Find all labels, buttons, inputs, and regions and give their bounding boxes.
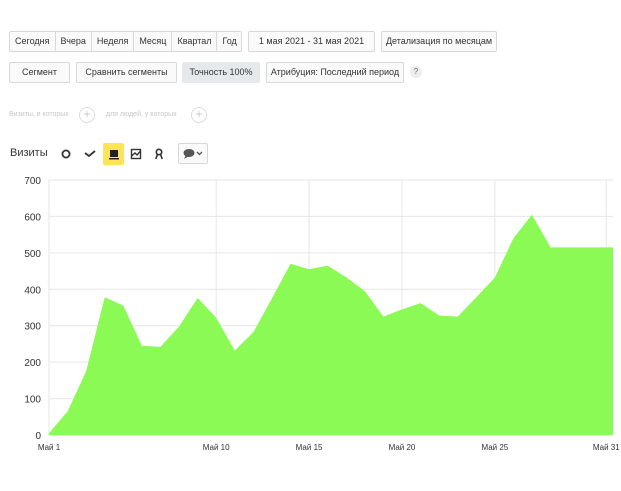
period-selector: Сегодня Вчера Неделя Месяц Квартал Год [9, 31, 242, 52]
x-tick-label: Май 25 [481, 443, 508, 452]
visits-chart: 0 100 200 300 400 500 600 700 Май 1 Май 10 Май 15… [24, 176, 620, 452]
x-tick-label: Май 20 [389, 443, 416, 452]
y-tick-label: 500 [24, 249, 41, 260]
add-people-filter-icon[interactable]: + [191, 107, 207, 123]
y-tick-label: 400 [24, 285, 41, 296]
attribution-button[interactable]: Атрибуция: Последний период [266, 62, 404, 83]
comment-button[interactable] [178, 143, 208, 164]
visits-area-series[interactable] [49, 214, 613, 435]
metric-label: Визиты [10, 147, 48, 159]
y-tick-label: 600 [24, 212, 41, 223]
period-today-button[interactable]: Сегодня [10, 32, 56, 51]
segment-button[interactable]: Сегмент [9, 62, 70, 83]
circle-icon[interactable] [56, 144, 76, 164]
compare-segments-button[interactable]: Сравнить сегменты [76, 62, 177, 83]
ribbon-icon[interactable] [149, 144, 169, 164]
stacked-chart-icon[interactable] [126, 144, 146, 164]
x-tick-label: Май 10 [203, 443, 230, 452]
date-range-button[interactable]: 1 мая 2021 - 31 мая 2021 [248, 31, 375, 52]
accuracy-button[interactable]: Точность 100% [182, 62, 260, 83]
people-filter-hint: для людей, у которых [106, 111, 177, 118]
x-tick-label: Май 15 [296, 443, 323, 452]
period-yesterday-button[interactable]: Вчера [56, 32, 92, 51]
period-year-button[interactable]: Год [217, 32, 241, 51]
x-tick-label: Май 31 [593, 443, 620, 452]
help-icon[interactable]: ? [410, 66, 422, 78]
area-chart-icon[interactable] [103, 143, 124, 165]
comment-icon [183, 149, 203, 159]
y-tick-label: 0 [35, 431, 41, 442]
period-week-button[interactable]: Неделя [92, 32, 135, 51]
visits-filter-hint: Визиты, в которых [9, 111, 69, 118]
y-tick-label: 300 [24, 322, 41, 333]
y-tick-label: 700 [24, 176, 41, 187]
detail-button[interactable]: Детализация по месяцам [381, 31, 497, 52]
period-month-button[interactable]: Месяц [134, 32, 173, 51]
y-tick-label: 100 [24, 395, 41, 406]
period-quarter-button[interactable]: Квартал [172, 32, 218, 51]
x-tick-label: Май 1 [38, 443, 61, 452]
line-icon[interactable] [80, 144, 100, 164]
y-tick-label: 200 [24, 358, 41, 369]
add-visits-filter-icon[interactable]: + [79, 107, 95, 123]
